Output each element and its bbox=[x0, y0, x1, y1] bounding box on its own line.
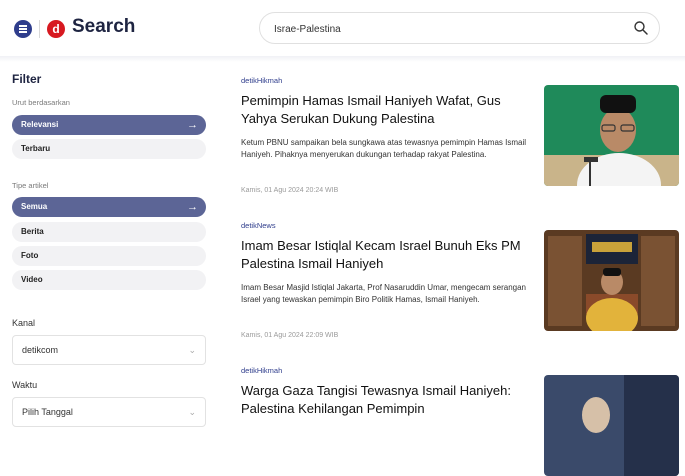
sort-label: Urut berdasarkan bbox=[12, 98, 70, 107]
arrow-right-icon: → bbox=[187, 201, 198, 213]
channel-value: detikcom bbox=[22, 345, 59, 355]
date-select[interactable]: Pilih Tanggal ⌄ bbox=[12, 397, 206, 427]
channel-label: Kanal bbox=[12, 318, 36, 328]
sort-option-terbaru[interactable]: Terbaru bbox=[12, 139, 206, 159]
article-thumbnail[interactable] bbox=[544, 375, 679, 476]
article-title[interactable]: Pemimpin Hamas Ismail Haniyeh Wafat, Gus… bbox=[241, 92, 533, 128]
search-bar[interactable] bbox=[259, 12, 660, 44]
time-label: Waktu bbox=[12, 380, 38, 390]
article-snippet: Ketum PBNU sampaikan bela sungkawa atas … bbox=[241, 138, 527, 159]
type-option-label: Foto bbox=[21, 251, 39, 260]
channel-select[interactable]: detikcom ⌄ bbox=[12, 335, 206, 365]
menu-icon[interactable] bbox=[14, 20, 32, 38]
article-source[interactable]: detikHikmah bbox=[241, 76, 282, 85]
divider bbox=[39, 20, 40, 38]
article-type-label: Tipe artikel bbox=[12, 181, 49, 190]
sort-option-label: Relevansi bbox=[21, 120, 59, 129]
type-option-label: Berita bbox=[21, 227, 44, 236]
chevron-down-icon: ⌄ bbox=[188, 407, 196, 417]
article-snippet: Imam Besar Masjid Istiqlal Jakarta, Prof… bbox=[241, 283, 527, 304]
chevron-down-icon: ⌄ bbox=[188, 345, 196, 355]
type-option-foto[interactable]: Foto bbox=[12, 246, 206, 266]
article-title[interactable]: Imam Besar Istiqlal Kecam Israel Bunuh E… bbox=[241, 237, 533, 273]
article-source[interactable]: detikNews bbox=[241, 221, 276, 230]
arrow-right-icon: → bbox=[187, 119, 198, 131]
article-thumbnail[interactable] bbox=[544, 230, 679, 331]
type-option-video[interactable]: Video bbox=[12, 270, 206, 290]
article-thumbnail[interactable] bbox=[544, 85, 679, 186]
search-input[interactable] bbox=[272, 20, 616, 38]
type-option-berita[interactable]: Berita bbox=[12, 222, 206, 242]
article-title[interactable]: Warga Gaza Tangisi Tewasnya Ismail Haniy… bbox=[241, 382, 533, 418]
type-option-label: Semua bbox=[21, 202, 48, 211]
sort-option-relevansi[interactable]: Relevansi → bbox=[12, 115, 206, 135]
header-divider bbox=[0, 56, 685, 62]
article-date: Kamis, 01 Agu 2024 20:24 WIB bbox=[241, 187, 339, 194]
top-bar: d Search bbox=[0, 0, 685, 56]
sort-option-label: Terbaru bbox=[21, 144, 51, 153]
article-date: Kamis, 01 Agu 2024 22:09 WIB bbox=[241, 332, 339, 339]
type-option-semua[interactable]: Semua → bbox=[12, 197, 206, 217]
type-option-label: Video bbox=[21, 275, 43, 284]
filter-heading: Filter bbox=[12, 72, 42, 86]
article-source[interactable]: detikHikmah bbox=[241, 366, 282, 375]
page-title: Search bbox=[72, 16, 136, 37]
detik-logo[interactable]: d bbox=[47, 20, 65, 38]
search-icon[interactable] bbox=[633, 20, 649, 36]
